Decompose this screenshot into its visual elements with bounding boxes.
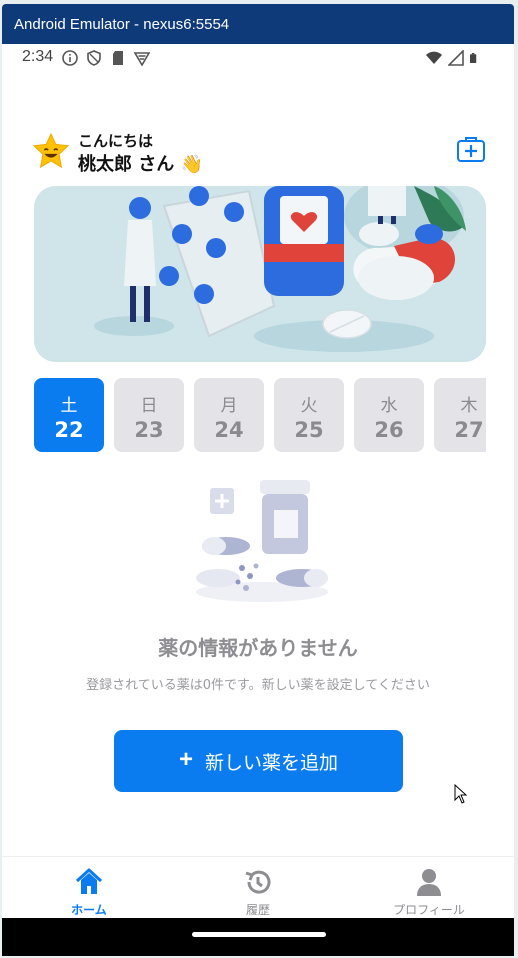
banner-art [34, 186, 486, 362]
battery-icon [470, 53, 477, 63]
user-name: 桃太郎 さん 👋 [78, 154, 203, 175]
greeting-header: こんにちは 桃太郎 さん 👋 [32, 130, 486, 178]
day-weekday: 水 [380, 396, 398, 416]
day-selector: 土 22 日 23 月 24 火 25 水 26 木 27 [34, 378, 486, 452]
day-date: 24 [214, 418, 244, 442]
day-weekday: 月 [220, 396, 238, 416]
sd-card-icon [113, 51, 123, 65]
star-avatar-icon [32, 132, 70, 169]
day-date: 26 [374, 418, 404, 442]
day-chip-23[interactable]: 日 23 [114, 378, 184, 452]
empty-medicine-illustration [196, 480, 328, 602]
plus-icon: + [178, 745, 193, 773]
tab-history-label: 履歴 [245, 903, 270, 917]
wifi-icon [426, 51, 442, 64]
empty-state-title: 薬の情報がありません [158, 636, 358, 660]
day-weekday: 日 [140, 396, 158, 416]
emulator-frame: Android Emulator - nexus6:5554 2:34 こんにち… [0, 0, 518, 958]
day-chip-25[interactable]: 火 25 [274, 378, 344, 452]
history-icon [245, 870, 271, 894]
tab-home[interactable]: ホーム [4, 857, 174, 919]
day-date: 27 [454, 418, 484, 442]
day-chip-24[interactable]: 月 24 [194, 378, 264, 452]
status-time: 2:34 [22, 48, 54, 65]
home-gesture-handle[interactable] [192, 932, 326, 937]
medical-kit-add-icon[interactable] [456, 134, 486, 164]
add-medicine-button[interactable]: + 新しい薬を追加 [114, 730, 403, 792]
day-weekday: 木 [460, 396, 478, 416]
android-navigation-bar [2, 918, 514, 956]
person-icon [417, 869, 441, 896]
bottom-tab-bar: ホーム 履歴 プロフィール [2, 856, 514, 918]
day-chip-22[interactable]: 土 22 [34, 378, 104, 452]
tab-home-label: ホーム [71, 903, 107, 917]
status-bar: 2:34 [2, 44, 514, 74]
home-icon [75, 868, 103, 894]
info-icon [62, 50, 78, 66]
vpn-icon [134, 52, 150, 66]
mouse-cursor-icon [454, 784, 468, 804]
shield-icon [87, 50, 101, 66]
day-chip-27[interactable]: 木 27 [434, 378, 486, 452]
day-chip-26[interactable]: 水 26 [354, 378, 424, 452]
medicine-banner-illustration [34, 186, 486, 362]
add-medicine-label: 新しい薬を追加 [205, 752, 339, 774]
greeting-text: こんにちは [78, 132, 154, 150]
status-right-icons [426, 50, 480, 66]
tab-profile[interactable]: プロフィール [344, 857, 514, 919]
day-date: 23 [134, 418, 164, 442]
signal-icon [448, 50, 464, 66]
status-left-icons [62, 50, 150, 66]
day-date: 25 [294, 418, 324, 442]
empty-state-subtitle: 登録されている薬は0件です。新しい薬を設定してください [86, 678, 430, 693]
tab-profile-label: プロフィール [393, 903, 465, 917]
day-weekday: 火 [300, 396, 318, 416]
phone-screen: 2:34 こんにちは 桃太郎 さん 👋 土 22 日 23 月 24 火 25 … [2, 44, 514, 956]
day-weekday: 土 [60, 396, 78, 416]
window-title: Android Emulator - nexus6:5554 [2, 4, 514, 44]
tab-history[interactable]: 履歴 [173, 857, 343, 919]
day-date: 22 [54, 418, 84, 442]
